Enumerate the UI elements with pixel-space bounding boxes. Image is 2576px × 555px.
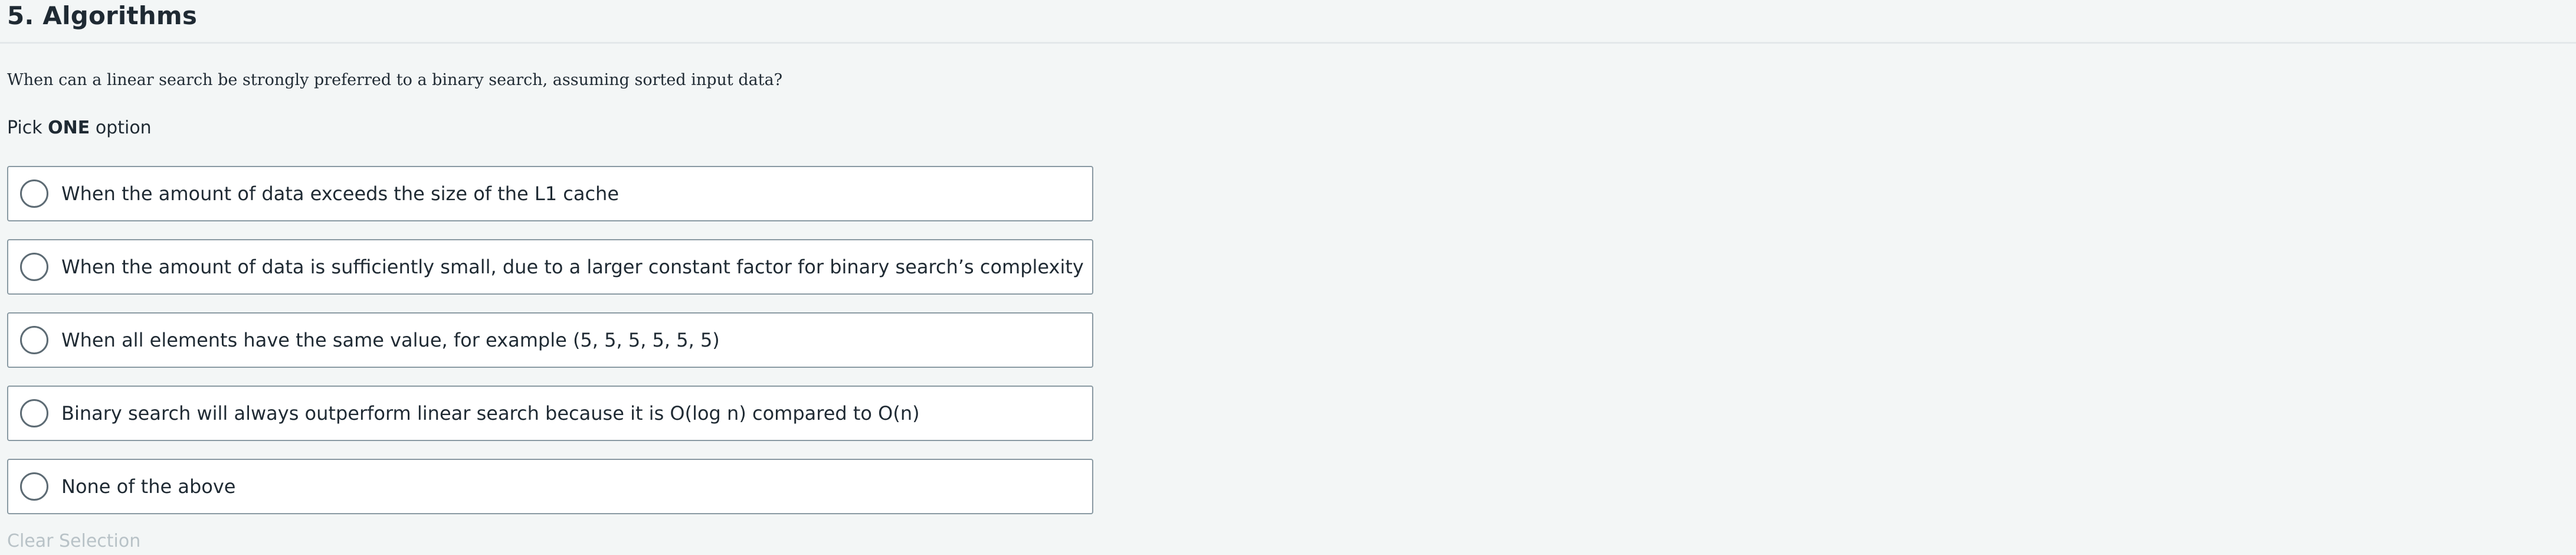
pick-instruction-emphasis: ONE [48,117,90,138]
radio-button-icon[interactable] [20,326,48,354]
question-title: 5. Algorithms [7,1,198,30]
answer-option-label: Binary search will always outperform lin… [61,402,920,425]
answer-option[interactable]: When all elements have the same value, f… [7,312,1093,368]
answer-option-label: None of the above [61,475,236,498]
radio-button-icon[interactable] [20,179,48,208]
answer-options: When the amount of data exceeds the size… [7,166,1093,532]
question-text: When can a linear search be strongly pre… [7,71,783,89]
radio-button-icon[interactable] [20,399,48,427]
answer-option-label: When the amount of data is sufficiently … [61,256,1084,278]
pick-instruction-suffix: option [90,117,152,138]
radio-button-icon[interactable] [20,253,48,281]
question-header: 5. Algorithms [0,0,2576,44]
pick-instruction-prefix: Pick [7,117,48,138]
answer-option-label: When all elements have the same value, f… [61,329,720,351]
radio-button-icon[interactable] [20,472,48,501]
clear-selection-link[interactable]: Clear Selection [7,530,140,553]
answer-option-label: When the amount of data exceeds the size… [61,182,620,205]
pick-instruction: Pick ONE option [7,116,152,140]
answer-option[interactable]: None of the above [7,459,1093,514]
answer-option[interactable]: Binary search will always outperform lin… [7,386,1093,441]
answer-option[interactable]: When the amount of data is sufficiently … [7,239,1093,295]
answer-option[interactable]: When the amount of data exceeds the size… [7,166,1093,221]
